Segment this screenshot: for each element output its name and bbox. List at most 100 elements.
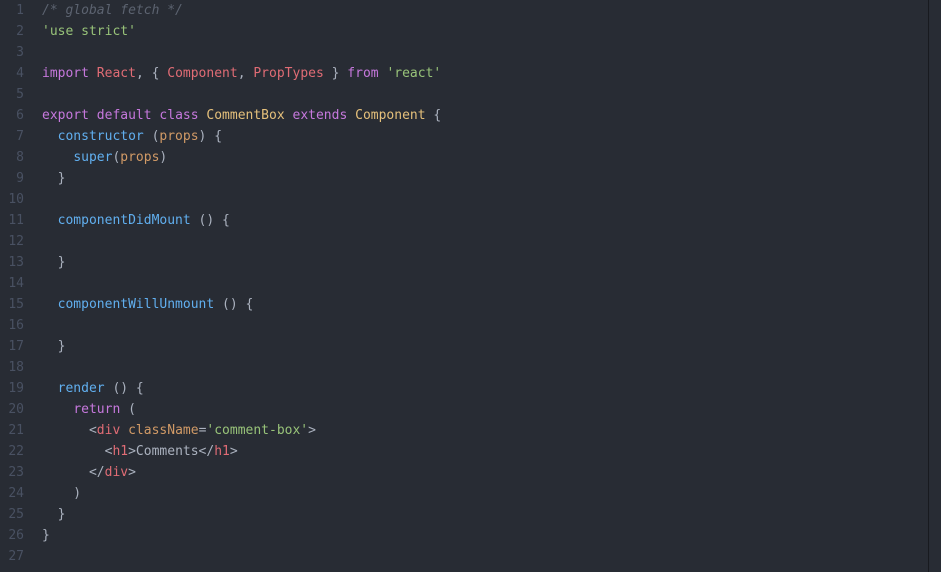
- code-line[interactable]: }: [42, 336, 941, 357]
- line-number: 23: [0, 462, 24, 483]
- line-number: 5: [0, 84, 24, 105]
- token: }: [324, 66, 347, 81]
- line-number: 14: [0, 273, 24, 294]
- token: (: [120, 402, 136, 417]
- line-number: 27: [0, 546, 24, 567]
- token: }: [42, 339, 65, 354]
- token: <: [42, 444, 112, 459]
- line-number: 1: [0, 0, 24, 21]
- token: () {: [214, 297, 253, 312]
- token: h1: [112, 444, 128, 459]
- token: , {: [136, 66, 167, 81]
- code-area[interactable]: /* global fetch */ 'use strict' import Rea…: [38, 0, 941, 572]
- token: [285, 108, 293, 123]
- token: ) {: [199, 129, 222, 144]
- token: <: [42, 423, 97, 438]
- code-line[interactable]: </div>: [42, 462, 941, 483]
- code-line[interactable]: [42, 231, 941, 252]
- token: 'use strict': [42, 24, 136, 39]
- code-line[interactable]: 'use strict': [42, 21, 941, 42]
- code-line[interactable]: componentDidMount () {: [42, 210, 941, 231]
- token: [42, 297, 58, 312]
- code-line[interactable]: [42, 189, 941, 210]
- token: extends: [293, 108, 348, 123]
- code-line[interactable]: <div className='comment-box'>: [42, 420, 941, 441]
- token: constructor: [58, 129, 144, 144]
- line-number: 10: [0, 189, 24, 210]
- token: Component: [355, 108, 425, 123]
- token: class: [159, 108, 198, 123]
- code-line[interactable]: componentWillUnmount () {: [42, 294, 941, 315]
- code-line[interactable]: }: [42, 168, 941, 189]
- code-line[interactable]: /* global fetch */: [42, 0, 941, 21]
- token: props: [159, 129, 198, 144]
- token: >Comments</: [128, 444, 214, 459]
- scrollbar-track[interactable]: [928, 0, 941, 572]
- line-number: 19: [0, 378, 24, 399]
- code-line[interactable]: import React, { Component, PropTypes } f…: [42, 63, 941, 84]
- line-number: 26: [0, 525, 24, 546]
- token: ,: [238, 66, 254, 81]
- token: 'react': [386, 66, 441, 81]
- line-number-gutter: 1234567891011121314151617181920212223242…: [0, 0, 38, 572]
- token: </: [42, 465, 105, 480]
- token: from: [347, 66, 378, 81]
- code-line[interactable]: }: [42, 525, 941, 546]
- code-line[interactable]: constructor (props) {: [42, 126, 941, 147]
- code-line[interactable]: ): [42, 483, 941, 504]
- token: }: [42, 255, 65, 270]
- token: [120, 423, 128, 438]
- token: }: [42, 528, 50, 543]
- token: /* global fetch */: [42, 3, 183, 18]
- line-number: 24: [0, 483, 24, 504]
- code-line[interactable]: [42, 546, 941, 567]
- token: () {: [191, 213, 230, 228]
- line-number: 4: [0, 63, 24, 84]
- line-number: 16: [0, 315, 24, 336]
- token: Component: [167, 66, 237, 81]
- line-number: 17: [0, 336, 24, 357]
- token: default: [97, 108, 152, 123]
- token: ): [159, 150, 167, 165]
- token: {: [426, 108, 442, 123]
- token: div: [105, 465, 128, 480]
- line-number: 22: [0, 441, 24, 462]
- code-editor[interactable]: 1234567891011121314151617181920212223242…: [0, 0, 941, 572]
- line-number: 13: [0, 252, 24, 273]
- token: props: [120, 150, 159, 165]
- line-number: 11: [0, 210, 24, 231]
- token: CommentBox: [206, 108, 284, 123]
- token: >: [128, 465, 136, 480]
- token: [42, 129, 58, 144]
- code-line[interactable]: return (: [42, 399, 941, 420]
- code-line[interactable]: }: [42, 252, 941, 273]
- token: >: [230, 444, 238, 459]
- line-number: 7: [0, 126, 24, 147]
- code-line[interactable]: super(props): [42, 147, 941, 168]
- code-line[interactable]: [42, 273, 941, 294]
- token: render: [58, 381, 105, 396]
- token: PropTypes: [253, 66, 323, 81]
- token: componentWillUnmount: [58, 297, 215, 312]
- code-line[interactable]: [42, 315, 941, 336]
- token: () {: [105, 381, 144, 396]
- token: return: [73, 402, 120, 417]
- token: import: [42, 66, 89, 81]
- token: ): [42, 486, 81, 501]
- token: >: [308, 423, 316, 438]
- token: 'comment-box': [206, 423, 308, 438]
- line-number: 18: [0, 357, 24, 378]
- token: [42, 213, 58, 228]
- code-line[interactable]: [42, 84, 941, 105]
- token: export: [42, 108, 89, 123]
- code-line[interactable]: [42, 357, 941, 378]
- code-line[interactable]: }: [42, 504, 941, 525]
- token: (: [144, 129, 160, 144]
- code-line[interactable]: export default class CommentBox extends …: [42, 105, 941, 126]
- code-line[interactable]: [42, 42, 941, 63]
- token: [89, 66, 97, 81]
- code-line[interactable]: <h1>Comments</h1>: [42, 441, 941, 462]
- line-number: 21: [0, 420, 24, 441]
- token: super: [73, 150, 112, 165]
- code-line[interactable]: render () {: [42, 378, 941, 399]
